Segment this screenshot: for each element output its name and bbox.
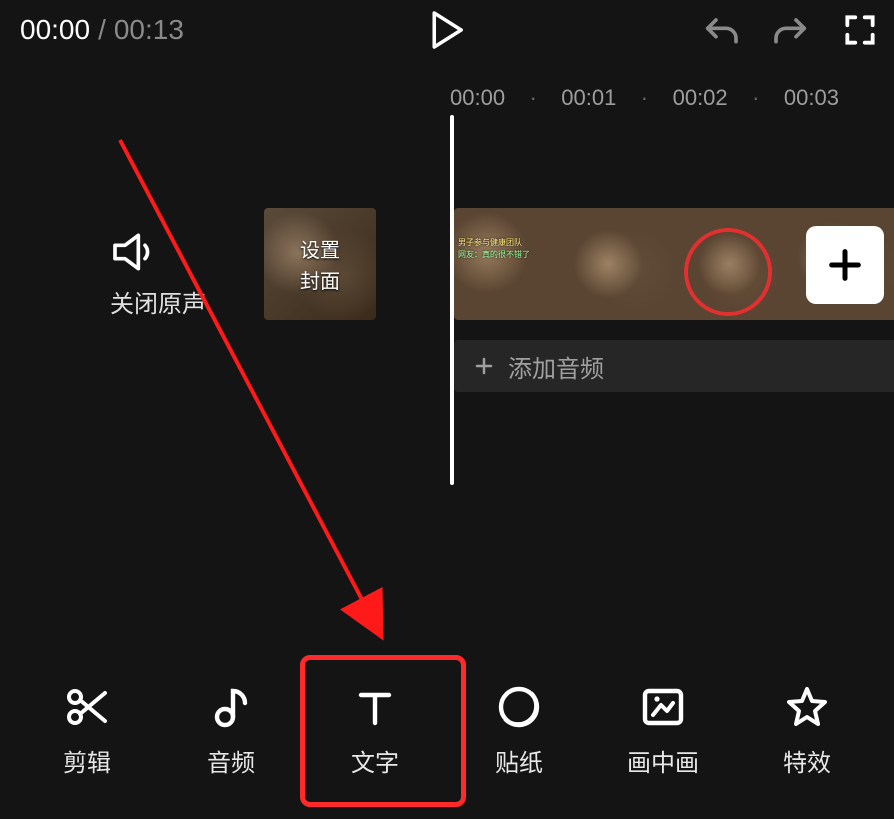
scissors-icon (63, 683, 111, 731)
tool-edit[interactable]: 剪辑 (37, 683, 137, 778)
time-separator: / (98, 14, 106, 46)
tool-label: 音频 (207, 743, 255, 778)
add-audio-track[interactable]: 添加音频 (454, 340, 894, 392)
bottom-toolbar: 剪辑 音频 文字 贴纸 画中画 特效 (0, 659, 894, 809)
video-clip[interactable] (564, 208, 674, 320)
ruler-dot: · (505, 85, 561, 111)
tool-effect[interactable]: 特效 (757, 683, 857, 778)
ruler-tick: 00:02 (673, 85, 728, 111)
picture-in-picture-icon (639, 683, 687, 731)
plus-icon (825, 245, 865, 285)
set-cover-button[interactable]: 设置 封面 (264, 208, 376, 320)
tool-text[interactable]: 文字 (325, 683, 425, 778)
tool-label: 贴纸 (495, 743, 543, 778)
top-right-controls (701, 10, 879, 50)
timeline-ruler[interactable]: 00:00 · 00:01 · 00:02 · 00:03 (450, 78, 894, 118)
time-total: 00:13 (114, 14, 184, 46)
fullscreen-button[interactable] (841, 11, 879, 49)
ruler-tick: 00:01 (561, 85, 616, 111)
star-icon (783, 683, 831, 731)
ruler-dot: · (728, 85, 784, 111)
music-note-icon (207, 683, 255, 731)
ruler-tick: 00:00 (450, 85, 505, 111)
redo-button[interactable] (771, 10, 811, 50)
fullscreen-icon (841, 11, 879, 49)
tool-label: 文字 (351, 743, 399, 778)
time-current: 00:00 (20, 14, 90, 46)
undo-button[interactable] (701, 10, 741, 50)
tool-pip[interactable]: 画中画 (613, 683, 713, 778)
speaker-icon (110, 230, 160, 274)
undo-icon (701, 10, 741, 50)
video-clip[interactable] (674, 208, 784, 320)
cover-line1: 设置 (300, 234, 340, 263)
mute-label: 关闭原声 (110, 284, 206, 319)
tool-audio[interactable]: 音频 (181, 683, 281, 778)
tool-sticker[interactable]: 贴纸 (469, 683, 569, 778)
cover-line2: 封面 (300, 265, 340, 294)
mute-original-button[interactable]: 关闭原声 (110, 230, 206, 319)
play-button[interactable] (430, 10, 464, 50)
tool-label: 剪辑 (63, 743, 111, 778)
ruler-dot: · (616, 85, 672, 111)
plus-icon (472, 354, 496, 378)
video-clip[interactable]: 男子参与健康团队网友：真的很不错了 (454, 208, 564, 320)
text-icon (351, 683, 399, 731)
add-audio-label: 添加音频 (508, 349, 604, 384)
tool-label: 特效 (783, 743, 831, 778)
redo-icon (771, 10, 811, 50)
play-icon (430, 10, 464, 50)
ruler-tick: 00:03 (784, 85, 839, 111)
tool-label: 画中画 (627, 743, 699, 778)
sticker-icon (495, 683, 543, 731)
add-clip-button[interactable] (806, 226, 884, 304)
top-bar: 00:00 / 00:13 (0, 0, 894, 60)
